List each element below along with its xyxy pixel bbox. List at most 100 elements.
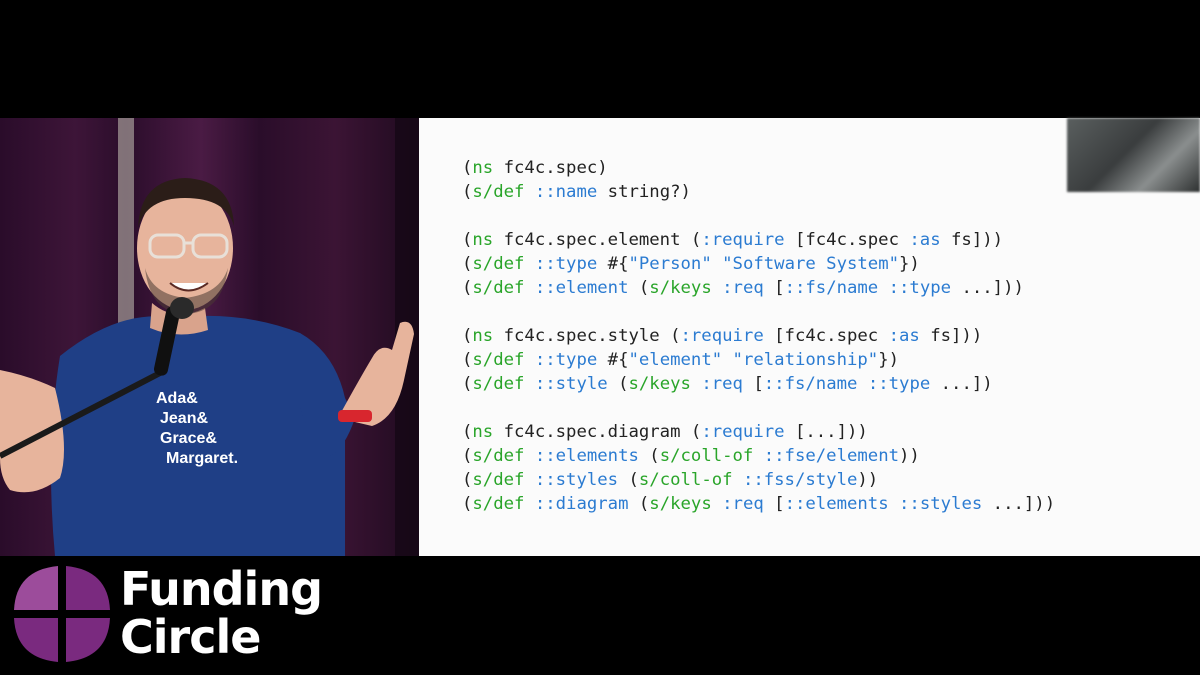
code-token: ::fse/element bbox=[763, 446, 900, 466]
code-block: (ns fc4c.spec) (s/def ::name string?) (ns … bbox=[462, 156, 1055, 516]
funding-circle-logo-icon bbox=[14, 566, 110, 662]
speaker-video: Ada& Jean& Grace& Margaret. bbox=[0, 118, 419, 556]
code-token: fc4c.spec.element ( bbox=[493, 230, 702, 250]
code-token: s/def bbox=[472, 350, 525, 370]
code-token: :req bbox=[701, 374, 743, 394]
code-token: s/coll-of bbox=[659, 446, 754, 466]
code-token: [ bbox=[763, 494, 785, 514]
code-token: ::styles bbox=[534, 470, 619, 490]
code-token: fc4c.spec) bbox=[493, 158, 608, 178]
logo-petal-top-right bbox=[66, 566, 110, 610]
shirt-line-3: Grace& bbox=[160, 430, 217, 447]
code-line: (s/def ::diagram (s/keys :req [::element… bbox=[462, 492, 1055, 516]
code-line: (ns fc4c.spec.element (:require [fc4c.sp… bbox=[462, 228, 1055, 252]
code-token: )) bbox=[899, 446, 920, 466]
code-line: (s/def ::style (s/keys :req [::fs/name :… bbox=[462, 372, 1055, 396]
code-token: ::type bbox=[534, 254, 598, 274]
code-token: string?) bbox=[597, 182, 691, 202]
code-token: ::type bbox=[534, 350, 598, 370]
code-token: ( bbox=[618, 470, 639, 490]
code-token: ns bbox=[472, 326, 494, 346]
code-token: ...]) bbox=[930, 374, 993, 394]
code-line: (ns fc4c.spec.style (:require [fc4c.spec… bbox=[462, 324, 1055, 348]
code-token: )) bbox=[857, 470, 879, 490]
code-token: ( bbox=[628, 494, 650, 514]
code-token: "Person" "Software System" bbox=[628, 254, 900, 274]
code-token: ns bbox=[472, 158, 494, 178]
code-token: ( bbox=[462, 326, 473, 346]
code-token: s/def bbox=[472, 374, 525, 394]
code-token: ::name bbox=[534, 182, 598, 202]
camera-thumbnail bbox=[1067, 118, 1200, 192]
code-token: fc4c.spec.diagram ( bbox=[493, 422, 702, 442]
logo-petal-top-left bbox=[14, 566, 58, 610]
code-token: s/def bbox=[472, 278, 525, 298]
code-token: ...])) bbox=[951, 278, 1024, 298]
code-token: ::fss/style bbox=[742, 470, 858, 490]
code-token: s/def bbox=[472, 254, 525, 274]
code-token: ( bbox=[462, 470, 473, 490]
code-token: s/def bbox=[472, 470, 525, 490]
code-token: ::elements ::styles bbox=[784, 494, 983, 514]
code-token: #{ bbox=[597, 350, 629, 370]
code-token: ::fs/name ::type bbox=[763, 374, 931, 394]
code-token: ( bbox=[462, 182, 473, 202]
code-token: s/keys bbox=[649, 494, 712, 514]
code-token: ::diagram bbox=[534, 494, 629, 514]
code-token: [fc4c.spec bbox=[763, 326, 889, 346]
microphone-head bbox=[170, 297, 194, 319]
speaker-illustration: Ada& Jean& Grace& Margaret. bbox=[0, 118, 419, 556]
code-token: ( bbox=[628, 278, 650, 298]
brand-line-2: Circle bbox=[120, 610, 261, 664]
code-token: ::elements bbox=[534, 446, 639, 466]
code-token: fs])) bbox=[919, 326, 983, 346]
brand-line-1: Funding bbox=[120, 562, 323, 616]
speaker-wristband bbox=[338, 410, 372, 422]
code-token: :require bbox=[680, 326, 764, 346]
code-token: ( bbox=[638, 446, 660, 466]
code-line: (s/def ::element (s/keys :req [::fs/name… bbox=[462, 276, 1055, 300]
logo-petal-bottom-right bbox=[66, 618, 110, 662]
code-token: s/def bbox=[472, 446, 525, 466]
code-token: ( bbox=[462, 278, 473, 298]
code-token: }) bbox=[878, 350, 900, 370]
code-token: ns bbox=[472, 422, 494, 442]
code-token: :require bbox=[701, 230, 785, 250]
code-token: "element" "relationship" bbox=[628, 350, 879, 370]
code-token: ( bbox=[462, 374, 473, 394]
code-token: ( bbox=[462, 158, 473, 178]
code-token: ( bbox=[462, 254, 473, 274]
shirt-line-1: Ada& bbox=[156, 390, 198, 407]
code-token: s/coll-of bbox=[638, 470, 733, 490]
code-token: ( bbox=[462, 494, 473, 514]
code-token: ::element bbox=[534, 278, 629, 298]
code-token: :as bbox=[888, 326, 920, 346]
slide: (ns fc4c.spec) (s/def ::name string?) (ns … bbox=[419, 118, 1200, 556]
code-token: :require bbox=[701, 422, 785, 442]
code-token: ::fs/name ::type bbox=[784, 278, 952, 298]
code-token: [ bbox=[742, 374, 764, 394]
code-token: [ bbox=[763, 278, 785, 298]
code-line: (ns fc4c.spec) bbox=[462, 156, 1055, 180]
code-token: ( bbox=[462, 350, 473, 370]
code-token: :req bbox=[722, 494, 764, 514]
code-token: ::style bbox=[534, 374, 608, 394]
code-line: (s/def ::type #{"element" "relationship"… bbox=[462, 348, 1055, 372]
code-token: fs])) bbox=[940, 230, 1004, 250]
code-token: fc4c.spec.style ( bbox=[493, 326, 681, 346]
code-line: (s/def ::styles (s/coll-of ::fss/style)) bbox=[462, 468, 1055, 492]
brand-wordmark: Funding Circle bbox=[120, 562, 323, 664]
shirt-line-2: Jean& bbox=[160, 410, 208, 427]
